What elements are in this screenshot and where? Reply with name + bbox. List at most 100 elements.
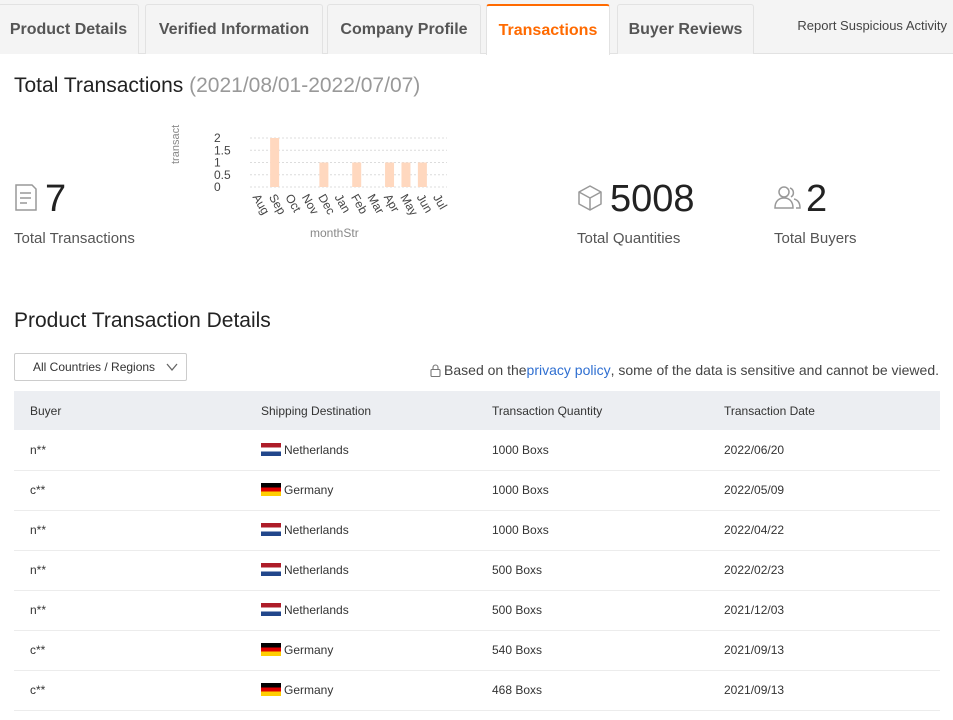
de-flag-icon (261, 643, 281, 656)
tab-verified-information[interactable]: Verified Information (145, 4, 323, 54)
quantity-cell: 468 Boxs (492, 683, 543, 697)
chart-bar (417, 162, 427, 187)
column-header-transaction-quantity: Transaction Quantity (492, 403, 603, 418)
date-cell: 2022/05/09 (724, 483, 785, 497)
destination-cell: Germany (245, 470, 476, 510)
destination-country: Germany (284, 683, 334, 697)
table-row: n** Netherlands 1000 Boxs 2022/04/22 (14, 510, 940, 550)
chart-bar (352, 162, 362, 187)
users-icon (774, 186, 801, 209)
total-transactions-label: Total Transactions (14, 230, 135, 247)
column-header-shipping-destination: Shipping Destination (261, 403, 372, 418)
tab-transactions[interactable]: Transactions (486, 4, 610, 55)
tab-product-details[interactable]: Product Details (0, 4, 139, 54)
buyer-cell: n** (30, 563, 47, 577)
table-row: c** Germany 540 Boxs 2021/09/13 (14, 630, 940, 670)
report-suspicious-activity-link[interactable]: Report Suspicious Activity (797, 18, 947, 33)
nl-flag-icon (261, 563, 281, 576)
document-icon (15, 184, 37, 211)
quantity-cell: 1000 Boxs (492, 523, 549, 537)
chart-x-tick-label: Dec (315, 192, 338, 217)
chart-y-tick-label: 0.5 (214, 168, 231, 182)
table-row: c** Germany 468 Boxs 2021/09/13 (14, 670, 940, 710)
transactions-table: Buyer Shipping Destination Transaction Q… (14, 391, 940, 711)
chart-y-tick-label: 0 (214, 180, 221, 194)
chart-bar (401, 162, 411, 187)
chart-y-tick-label: 2 (214, 131, 221, 145)
total-transactions-title: Total Transactions (14, 74, 184, 97)
chart-y-axis-label: transact (170, 125, 182, 164)
table-row: n** Netherlands 1000 Boxs 2022/06/20 (14, 430, 940, 470)
chevron-down-icon (166, 363, 178, 372)
privacy-suffix: , some of the data is sensitive and cann… (610, 362, 939, 378)
buyer-cell: n** (30, 603, 47, 617)
destination-cell: Germany (245, 630, 476, 670)
chart-y-tick-label: 1.5 (214, 143, 231, 157)
destination-cell: Netherlands (245, 550, 476, 590)
total-transactions-heading: Total Transactions (2021/08/01-2022/07/0… (14, 74, 420, 98)
chart-x-tick-label: Mar (365, 192, 387, 217)
nl-flag-icon (261, 442, 281, 456)
privacy-policy-link[interactable]: privacy policy (527, 362, 611, 378)
total-buyers-label: Total Buyers (774, 230, 857, 247)
buyer-cell: c** (30, 643, 46, 657)
destination-country: Netherlands (284, 603, 349, 617)
privacy-prefix: Based on the (444, 362, 527, 378)
date-cell: 2022/06/20 (724, 442, 785, 457)
chart-x-tick-label: Feb (348, 192, 371, 217)
product-transaction-details-title: Product Transaction Details (14, 309, 271, 332)
chart-y-tick-label: 1 (214, 156, 221, 170)
date-cell: 2021/12/03 (724, 603, 785, 617)
country-region-select[interactable]: All Countries / Regions (14, 353, 187, 381)
date-cell: 2022/04/22 (724, 523, 785, 537)
lock-icon (430, 363, 441, 377)
total-buyers-value: 2 (806, 178, 828, 220)
region-select-value: All Countries / Regions (33, 360, 156, 374)
quantity-cell: 500 Boxs (492, 603, 543, 617)
destination-country: Netherlands (284, 523, 349, 537)
chart-x-tick-label: Aug (250, 192, 273, 217)
de-flag-icon (261, 683, 281, 696)
chart-x-tick-label: Nov (299, 192, 322, 217)
de-flag-icon (261, 483, 281, 496)
destination-cell: Netherlands (245, 510, 476, 550)
quantity-cell: 540 Boxs (492, 643, 543, 657)
total-quantities-label: Total Quantities (577, 230, 681, 247)
buyer-cell: n** (30, 523, 47, 537)
destination-cell: Netherlands (245, 430, 476, 470)
privacy-notice: Based on the privacy policy , some of th… (430, 362, 939, 378)
transactions-bar-chart: 00.511.52AugSepOctNovDecJanFebMarAprMayJ… (170, 125, 450, 240)
table-row: c** Germany 1000 Boxs 2022/05/09 (14, 470, 940, 510)
chart-bar (319, 162, 329, 187)
column-header-transaction-date: Transaction Date (724, 403, 815, 418)
destination-country: Germany (284, 483, 334, 497)
chart-bar (385, 162, 395, 187)
buyer-cell: c** (30, 483, 46, 497)
destination-country: Netherlands (284, 442, 349, 457)
chart-bar (270, 138, 280, 187)
quantity-cell: 1000 Boxs (492, 442, 549, 457)
destination-country: Germany (284, 643, 334, 657)
table-row: n** Netherlands 500 Boxs 2021/12/03 (14, 590, 940, 630)
buyer-cell: c** (30, 683, 46, 697)
tab-buyer-reviews[interactable]: Buyer Reviews (617, 4, 754, 54)
tab-company-profile[interactable]: Company Profile (327, 4, 481, 54)
nl-flag-icon (261, 603, 281, 616)
tab-bar: Product Details Verified Information Com… (0, 0, 953, 55)
total-transactions-value: 7 (45, 178, 67, 220)
destination-country: Netherlands (284, 563, 349, 577)
table-header-row: Buyer Shipping Destination Transaction Q… (14, 391, 940, 430)
table-row: n** Netherlands 500 Boxs 2022/02/23 (14, 550, 940, 590)
date-cell: 2021/09/13 (724, 643, 785, 657)
date-cell: 2021/09/13 (724, 683, 785, 697)
quantity-cell: 500 Boxs (492, 563, 543, 577)
destination-cell: Netherlands (245, 590, 476, 630)
nl-flag-icon (261, 523, 281, 536)
quantity-cell: 1000 Boxs (492, 483, 549, 497)
column-header-buyer: Buyer (30, 403, 62, 418)
buyer-cell: n** (30, 442, 47, 457)
destination-cell: Germany (245, 670, 476, 710)
total-quantities-value: 5008 (610, 178, 695, 220)
date-range: (2021/08/01-2022/07/07) (189, 74, 421, 97)
chart-x-tick-label: Apr (381, 192, 402, 215)
